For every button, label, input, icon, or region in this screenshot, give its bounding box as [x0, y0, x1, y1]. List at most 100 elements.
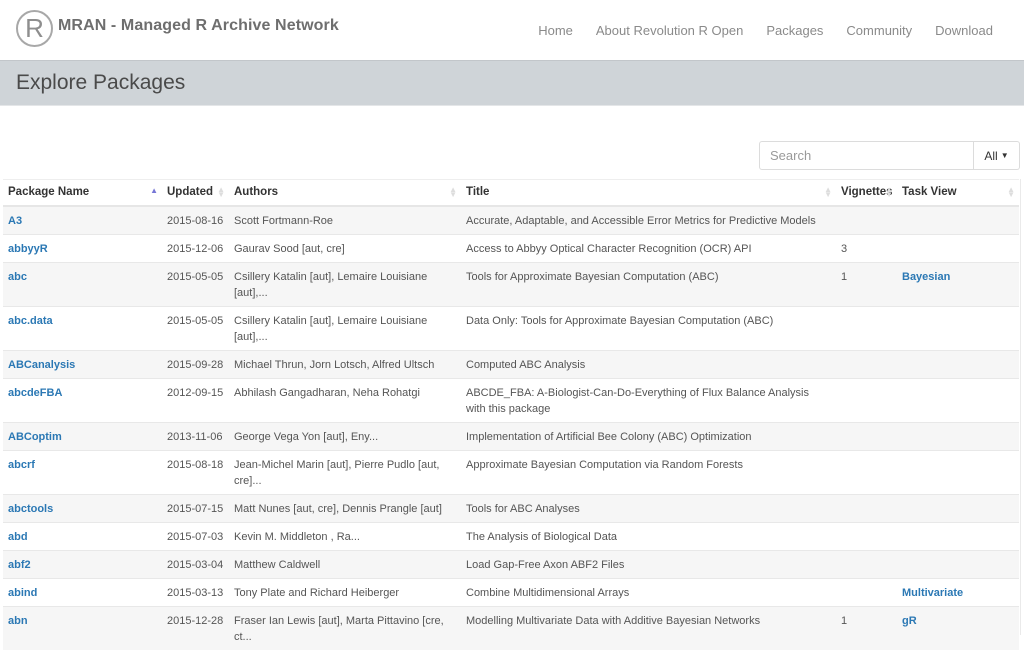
column-header-vignettes[interactable]: Vignettes ▲ ▼ — [836, 179, 897, 207]
authors-cell: Jean-Michel Marin [aut], Pierre Pudlo [a… — [234, 458, 440, 487]
table-header-row: Package Name ▲ Updated ▲ ▼ Authors ▲ ▼ Title ▲… — [3, 179, 1019, 207]
column-header-updated[interactable]: Updated ▲ ▼ — [162, 179, 229, 207]
authors-cell: Csillery Katalin [aut], Lemaire Louisian… — [234, 314, 428, 343]
package-name-cell: A3 — [3, 205, 162, 234]
vignettes-count-cell — [836, 549, 897, 578]
title-cell: Combine Multidimensional Arrays — [466, 586, 630, 599]
package-name-cell: abc — [3, 261, 162, 306]
package-name-cell: ABCoptim — [3, 421, 162, 450]
vignettes-count-cell — [836, 493, 897, 522]
task-view-link[interactable]: Multivariate — [902, 587, 963, 599]
column-header-authors[interactable]: Authors ▲ ▼ — [229, 179, 461, 207]
search-input[interactable] — [759, 141, 974, 170]
page-banner: Explore Packages — [0, 60, 1024, 106]
authors-cell-cell: Michael Thrun, Jorn Lotsch, Alfred Ultsc… — [229, 349, 461, 378]
title-cell: Modelling Multivariate Data with Additiv… — [466, 614, 761, 627]
authors-cell-cell: Tony Plate and Richard Heiberger — [229, 577, 461, 606]
title-cell-cell: Accurate, Adaptable, and Accessible Erro… — [461, 205, 836, 234]
title-cell-cell: Load Gap-Free Axon ABF2 Files — [461, 549, 836, 578]
package-name-link[interactable]: abind — [8, 587, 37, 599]
nav-community[interactable]: Community — [846, 23, 912, 38]
table-row: abd 2015-07-03 Kevin M. Middleton , Ra... T… — [3, 521, 1019, 550]
task-view-cell — [897, 205, 1019, 234]
task-view-cell — [897, 493, 1019, 522]
title-cell: Access to Abbyy Optical Character Recogn… — [466, 242, 752, 255]
task-view-cell: Bayesian — [897, 261, 1019, 306]
authors-cell: Michael Thrun, Jorn Lotsch, Alfred Ultsc… — [234, 358, 435, 371]
updated-date: 2012-09-15 — [167, 386, 224, 399]
package-name-cell: ABCanalysis — [3, 349, 162, 378]
package-name-link[interactable]: abcdeFBA — [8, 387, 62, 399]
nav-download[interactable]: Download — [935, 23, 993, 38]
vignettes-count-cell — [836, 577, 897, 606]
authors-cell: Tony Plate and Richard Heiberger — [234, 586, 400, 599]
page-title: Explore Packages — [16, 71, 186, 94]
package-name-link[interactable]: abbyyR — [8, 243, 48, 255]
table-row: abcdeFBA 2012-09-15 Abhilash Gangadharan, … — [3, 377, 1019, 422]
updated-date-cell: 2013-11-06 — [162, 421, 229, 450]
sort-ascending-icon: ▲ — [150, 186, 158, 195]
r-logo-icon[interactable]: R — [16, 10, 53, 47]
authors-cell: Kevin M. Middleton , Ra... — [234, 530, 360, 543]
column-header-title[interactable]: Title ▲ ▼ — [461, 179, 836, 207]
package-name-link[interactable]: abf2 — [8, 559, 31, 571]
updated-date-cell: 2015-08-16 — [162, 205, 229, 234]
package-name-link[interactable]: abc — [8, 271, 27, 283]
vignettes-count-cell — [836, 349, 897, 378]
package-name-cell: abcdeFBA — [3, 377, 162, 422]
nav-home[interactable]: Home — [538, 23, 573, 38]
package-name-link[interactable]: ABCoptim — [8, 431, 62, 443]
task-view-cell — [897, 349, 1019, 378]
nav-about-revolution-r-open[interactable]: About Revolution R Open — [596, 23, 743, 38]
title-cell-cell: Data Only: Tools for Approximate Bayesia… — [461, 305, 836, 350]
task-view-link[interactable]: gR — [902, 615, 917, 627]
nav-packages[interactable]: Packages — [766, 23, 823, 38]
package-name-link[interactable]: abn — [8, 615, 28, 627]
updated-date: 2013-11-06 — [167, 430, 223, 443]
vignettes-count: 3 — [841, 242, 848, 255]
vignettes-count-cell: 1 — [836, 261, 897, 306]
title-cell: Load Gap-Free Axon ABF2 Files — [466, 558, 625, 571]
table-row: abctools 2015-07-15 Matt Nunes [aut, cre],… — [3, 493, 1019, 522]
package-name-link[interactable]: abc.data — [8, 315, 53, 327]
authors-cell-cell: Csillery Katalin [aut], Lemaire Louisian… — [229, 305, 461, 350]
package-name-link[interactable]: abcrf — [8, 459, 35, 471]
site-brand[interactable]: MRAN - Managed R Archive Network — [58, 17, 339, 35]
task-view-link[interactable]: Bayesian — [902, 271, 950, 283]
authors-cell: Gaurav Sood [aut, cre] — [234, 242, 345, 255]
package-name-link[interactable]: ABCanalysis — [8, 359, 75, 371]
table-row: ABCoptim 2013-11-06 George Vega Yon [aut],… — [3, 421, 1019, 450]
table-row: abcrf 2015-08-18 Jean-Michel Marin [aut], … — [3, 449, 1019, 494]
authors-cell: George Vega Yon [aut], Eny... — [234, 430, 379, 443]
updated-date-cell: 2015-12-06 — [162, 233, 229, 262]
table-row: abind 2015-03-13 Tony Plate and Richard He… — [3, 577, 1019, 606]
package-name-cell: abbyyR — [3, 233, 162, 262]
vignettes-count-cell — [836, 205, 897, 234]
updated-date: 2015-05-05 — [167, 270, 224, 283]
authors-cell-cell: Matt Nunes [aut, cre], Dennis Prangle [a… — [229, 493, 461, 522]
task-view-cell: gR — [897, 605, 1019, 650]
package-name-link[interactable]: A3 — [8, 215, 22, 227]
task-view-cell — [897, 421, 1019, 450]
authors-cell: Csillery Katalin [aut], Lemaire Louisian… — [234, 270, 428, 299]
filter-dropdown[interactable]: All ▼ — [974, 141, 1020, 170]
sort-both-icon: ▲ ▼ — [217, 185, 225, 199]
title-cell: Data Only: Tools for Approximate Bayesia… — [466, 314, 774, 327]
column-header-task-view[interactable]: Task View ▲ ▼ — [897, 179, 1019, 207]
table-row: abf2 2015-03-04 Matthew Caldwell Load Gap-F… — [3, 549, 1019, 578]
package-name-link[interactable]: abd — [8, 531, 28, 543]
column-header-package-name[interactable]: Package Name ▲ — [3, 179, 162, 207]
title-cell: Tools for ABC Analyses — [466, 502, 580, 515]
sort-both-icon: ▲ ▼ — [1007, 185, 1015, 199]
title-cell: Computed ABC Analysis — [466, 358, 586, 371]
sort-both-icon: ▲ ▼ — [824, 185, 832, 199]
updated-date: 2015-12-06 — [167, 242, 224, 255]
updated-date-cell: 2015-07-03 — [162, 521, 229, 550]
table-row: abc.data 2015-05-05 Csillery Katalin [aut]… — [3, 305, 1019, 350]
updated-date: 2015-05-05 — [167, 314, 224, 327]
package-name-link[interactable]: abctools — [8, 503, 53, 515]
updated-date-cell: 2015-03-13 — [162, 577, 229, 606]
vignettes-count-cell — [836, 421, 897, 450]
vignettes-count: 1 — [841, 270, 848, 283]
updated-date: 2015-07-03 — [167, 530, 224, 543]
